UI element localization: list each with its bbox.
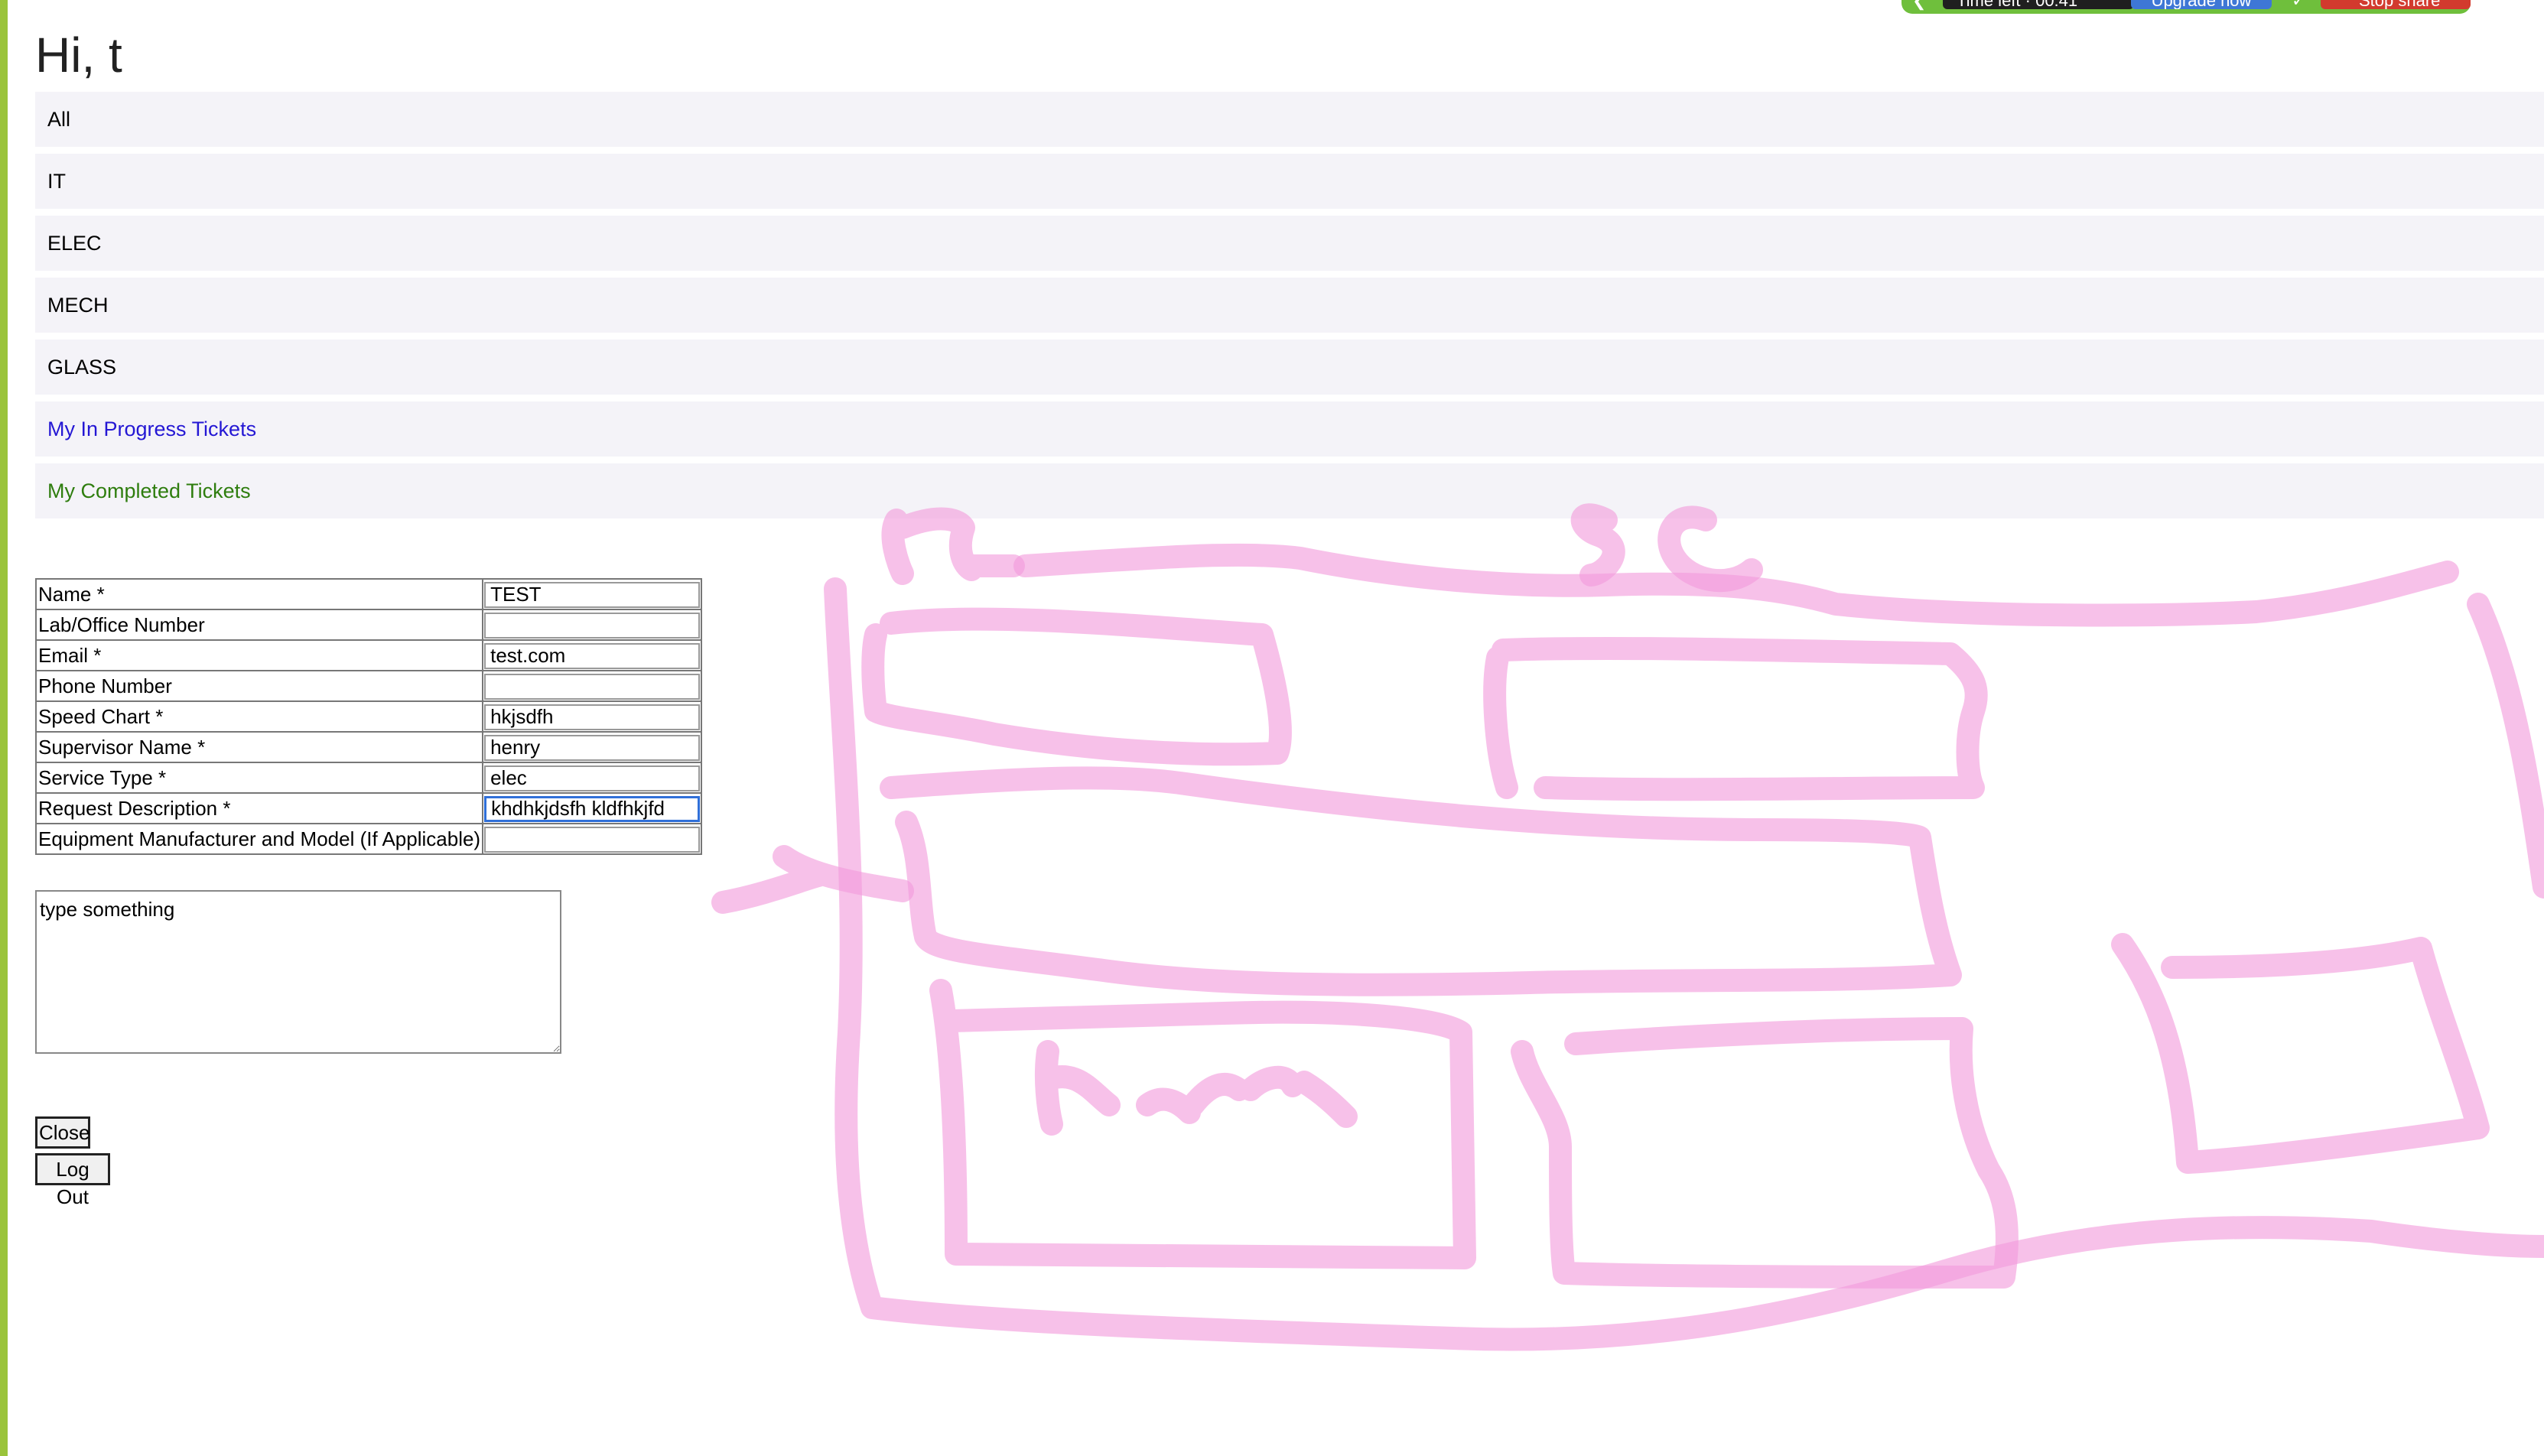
- form-row-name: Name *: [34, 578, 703, 610]
- sketch-box-middle: [880, 766, 1962, 996]
- form-row-equipment: Equipment Manufacturer and Model (If App…: [34, 823, 703, 855]
- field-label: Name *: [34, 578, 484, 610]
- screen-share-toolbar: ❮ Time left · 00:41 Upgrade now ✓ Stop s…: [1901, 0, 2471, 14]
- close-button[interactable]: Close: [35, 1116, 90, 1149]
- request-description-field[interactable]: [484, 795, 701, 822]
- ticket-form: Name * Lab/Office Number Email * Phone N…: [34, 578, 703, 855]
- nav-item-all[interactable]: All: [35, 92, 2544, 147]
- service-type-field[interactable]: [484, 765, 701, 791]
- field-label: Service Type *: [34, 762, 484, 794]
- sketch-letters-henry: [1034, 1040, 1358, 1136]
- email-field[interactable]: [484, 642, 701, 669]
- nav-item-mech[interactable]: MECH: [35, 278, 2544, 333]
- form-row-service-type: Service Type *: [34, 762, 703, 794]
- field-label: Lab/Office Number: [34, 609, 484, 641]
- sketch-box-bottom-left: [929, 979, 1476, 1269]
- comment-textarea[interactable]: type something: [35, 890, 561, 1054]
- stop-share-button[interactable]: Stop share: [2321, 0, 2471, 9]
- sketch-arrow: [711, 845, 914, 914]
- sketch-box-top-right: [1483, 636, 1988, 801]
- field-label: Request Description *: [34, 792, 484, 824]
- nav-item-in-progress-tickets[interactable]: My In Progress Tickets: [35, 401, 2544, 457]
- field-label: Phone Number: [34, 670, 484, 702]
- nav-item-glass[interactable]: GLASS: [35, 340, 2544, 395]
- field-label: Email *: [34, 639, 484, 671]
- supervisor-name-field[interactable]: [484, 734, 701, 761]
- nav-item-it[interactable]: IT: [35, 154, 2544, 209]
- category-nav: All IT ELEC MECH GLASS My In Progress Ti…: [35, 92, 2544, 525]
- page-title: Hi, t: [35, 28, 122, 83]
- upgrade-now-button[interactable]: Upgrade now: [2131, 0, 2272, 9]
- form-row-phone: Phone Number: [34, 670, 703, 702]
- nav-item-elec[interactable]: ELEC: [35, 216, 2544, 271]
- sketch-outer-frame: [824, 577, 2544, 1351]
- form-row-lab-office: Lab/Office Number: [34, 609, 703, 641]
- lab-office-number-field[interactable]: [484, 612, 701, 639]
- form-row-supervisor: Supervisor Name *: [34, 731, 703, 763]
- sketch-top-line: [1013, 543, 2459, 627]
- share-timer: Time left · 00:41: [1943, 0, 2134, 9]
- sketch-box-bottom-middle: [1511, 1017, 2019, 1289]
- shield-check-icon: ✓: [2292, 0, 2306, 10]
- sketch-letters-fl: [881, 507, 1025, 585]
- field-label: Supervisor Name *: [34, 731, 484, 763]
- field-label: Speed Chart *: [34, 700, 484, 733]
- log-out-button[interactable]: Log Out: [35, 1153, 110, 1208]
- name-field[interactable]: [484, 581, 701, 608]
- sketch-box-bottom-right: [2111, 933, 2490, 1174]
- phone-number-field[interactable]: [484, 673, 701, 700]
- form-row-speed-chart: Speed Chart *: [34, 700, 703, 733]
- left-accent-border: [0, 0, 8, 1456]
- field-label: Equipment Manufacturer and Model (If App…: [34, 823, 484, 855]
- sketch-box-top-left: [861, 607, 1292, 766]
- nav-item-completed-tickets[interactable]: My Completed Tickets: [35, 463, 2544, 518]
- equipment-model-field[interactable]: [484, 826, 701, 853]
- speed-chart-field[interactable]: [484, 704, 701, 730]
- share-back-icon[interactable]: ❮: [1912, 0, 1926, 11]
- form-row-email: Email *: [34, 639, 703, 671]
- form-row-request-description: Request Description *: [34, 792, 703, 824]
